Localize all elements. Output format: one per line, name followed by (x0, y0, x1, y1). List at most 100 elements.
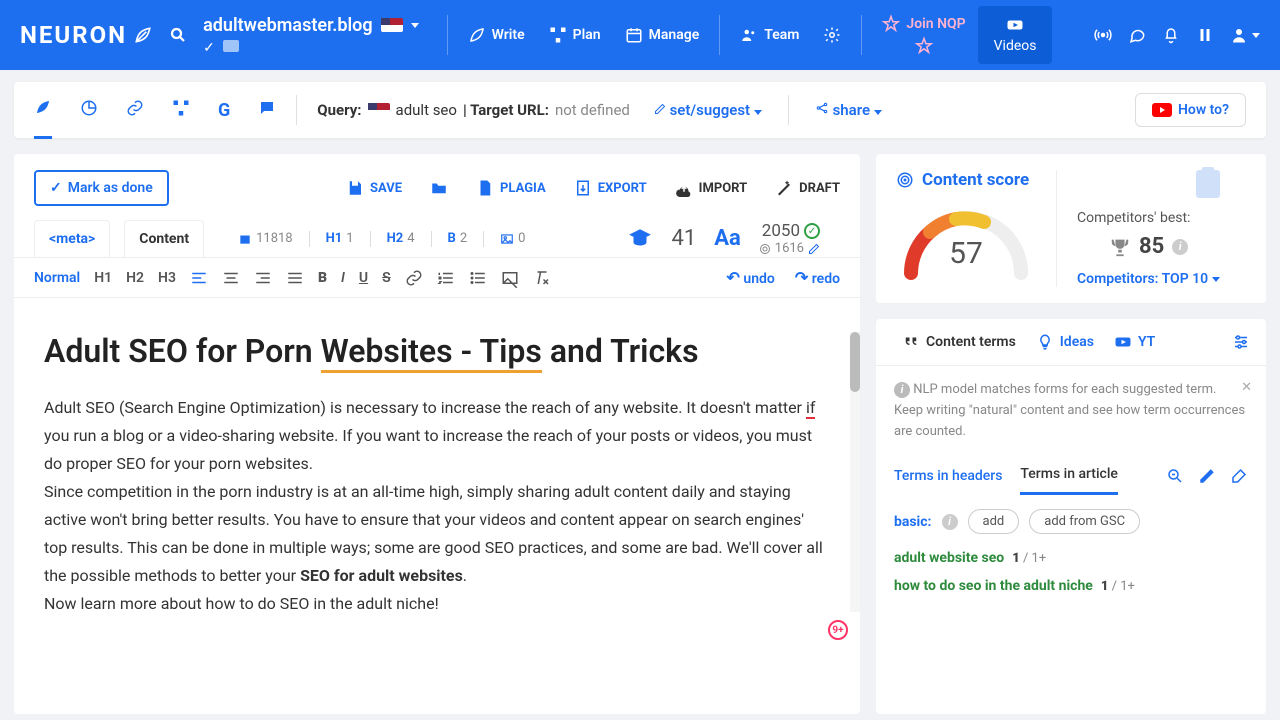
close-icon[interactable]: ✕ (1241, 378, 1252, 399)
align-justify-icon[interactable] (286, 269, 304, 287)
howto-button[interactable]: How to? (1135, 93, 1246, 127)
tab-analytics[interactable] (80, 83, 98, 137)
editor-textarea[interactable]: Adult SEO for Porn Websites - Tips and T… (14, 298, 860, 648)
youtube-icon (1114, 333, 1132, 351)
export-icon (574, 179, 592, 197)
tab-content[interactable]: Content (124, 220, 204, 257)
nlp-note-text: NLP model matches forms for each suggest… (894, 382, 1245, 439)
tab-content-terms[interactable]: Content terms (892, 319, 1026, 365)
nav-plan[interactable]: Plan (537, 26, 613, 44)
nav-team[interactable]: Team (728, 26, 811, 44)
filter-icon[interactable] (1166, 467, 1184, 485)
list-ol-icon[interactable] (437, 269, 455, 287)
tab-write[interactable] (34, 82, 52, 139)
competitors-best-value: 85 (1139, 234, 1164, 259)
save-button[interactable]: SAVE (346, 179, 402, 197)
nav-manage[interactable]: Manage (613, 26, 712, 44)
link-icon[interactable] (405, 269, 423, 287)
join-nqp[interactable]: Join NQP (870, 15, 977, 55)
list-ul-icon[interactable] (469, 269, 487, 287)
tab-terms-headers[interactable]: Terms in headers (894, 458, 1002, 494)
youtube-icon (1152, 103, 1172, 117)
competitors-link[interactable]: Competitors: TOP 10 (1077, 271, 1220, 287)
pie-icon (80, 99, 98, 117)
clipboard-icon[interactable] (1196, 170, 1220, 198)
check-icon: ✓ (50, 180, 62, 196)
tab-yt[interactable]: YT (1104, 319, 1165, 365)
broadcast-icon[interactable] (1094, 26, 1112, 44)
comment-icon (258, 99, 276, 117)
format-h3[interactable]: H3 (158, 270, 176, 286)
star-icon (882, 15, 900, 33)
info-icon[interactable]: i (1172, 239, 1188, 255)
word-count: 2050 (762, 221, 800, 241)
font-size-icon[interactable]: Aa (714, 226, 741, 251)
align-center-icon[interactable] (222, 269, 240, 287)
pencil-icon[interactable] (1198, 467, 1216, 485)
strike-button[interactable]: S (382, 270, 391, 286)
image-icon[interactable] (501, 269, 519, 287)
share-link[interactable]: share (815, 101, 882, 119)
pencil-icon (654, 103, 666, 115)
align-right-icon[interactable] (254, 269, 272, 287)
tab-ideas[interactable]: Ideas (1026, 319, 1104, 365)
format-h2[interactable]: H2 (126, 270, 144, 286)
h1-count: H1 1 (326, 231, 354, 246)
folder-icon (430, 179, 448, 197)
chat-icon[interactable] (1128, 26, 1146, 44)
undo-button[interactable]: ↶ undo (727, 268, 775, 287)
term-row[interactable]: how to do seo in the adult niche 1 / 1+ (876, 572, 1266, 600)
link-icon (126, 99, 144, 117)
set-suggest-link[interactable]: set/suggest (654, 101, 762, 119)
readability-score: 41 (671, 226, 696, 251)
plagia-button[interactable]: PLAGIA (476, 179, 546, 197)
export-button[interactable]: EXPORT (574, 179, 647, 197)
import-button[interactable]: IMPORT (675, 179, 748, 197)
clear-format-icon[interactable] (533, 269, 551, 287)
mark-done-button[interactable]: ✓ Mark as done (34, 170, 169, 206)
nav-videos[interactable]: Videos (978, 6, 1053, 64)
add-term-button[interactable]: add (968, 509, 1020, 534)
tab-comments[interactable] (258, 83, 276, 137)
italic-button[interactable]: I (341, 270, 345, 286)
trophy-icon (1109, 236, 1131, 258)
tab-terms-article[interactable]: Terms in article (1020, 456, 1118, 495)
pencil-icon[interactable] (808, 243, 820, 255)
search-doc-icon (476, 179, 494, 197)
tab-links[interactable] (126, 83, 144, 137)
bold-button[interactable]: B (318, 270, 327, 286)
notification-badge[interactable]: 9+ (828, 620, 848, 640)
flag-us-icon (368, 103, 390, 117)
graduation-icon (627, 226, 653, 252)
scrollbar[interactable] (850, 332, 860, 612)
term-row[interactable]: adult website seo 1 / 1+ (876, 544, 1266, 572)
article-title: Adult SEO for Porn Websites - Tips and T… (44, 332, 830, 370)
tab-meta[interactable]: <meta> (34, 220, 110, 257)
underline-button[interactable]: U (359, 270, 368, 286)
format-h1[interactable]: H1 (94, 270, 112, 286)
pause-icon[interactable] (1196, 26, 1214, 44)
gear-icon[interactable] (823, 26, 841, 44)
img-count: 0 (500, 231, 525, 246)
h2-count: H2 4 (387, 231, 415, 246)
marker-icon[interactable] (1230, 467, 1248, 485)
tab-structure[interactable] (172, 83, 190, 137)
tab-google[interactable]: G (218, 84, 230, 137)
brand-logo[interactable]: NEURON (20, 21, 153, 49)
draft-button[interactable]: DRAFT (775, 179, 840, 197)
star-icon (915, 37, 933, 55)
redo-button[interactable]: ↷ redo (795, 268, 840, 287)
bell-icon[interactable] (1162, 26, 1180, 44)
open-button[interactable] (430, 179, 448, 197)
user-menu[interactable] (1230, 26, 1260, 44)
add-gsc-button[interactable]: add from GSC (1029, 509, 1140, 534)
search-icon[interactable] (169, 26, 187, 44)
format-normal[interactable]: Normal (34, 270, 80, 286)
align-left-icon[interactable] (190, 269, 208, 287)
sliders-icon[interactable] (1232, 333, 1250, 351)
info-icon[interactable]: i (942, 514, 958, 530)
target-icon (759, 243, 771, 255)
nav-write[interactable]: Write (456, 26, 537, 44)
domain-selector[interactable]: adultwebmaster.blog (203, 15, 418, 36)
image-icon (500, 232, 514, 246)
